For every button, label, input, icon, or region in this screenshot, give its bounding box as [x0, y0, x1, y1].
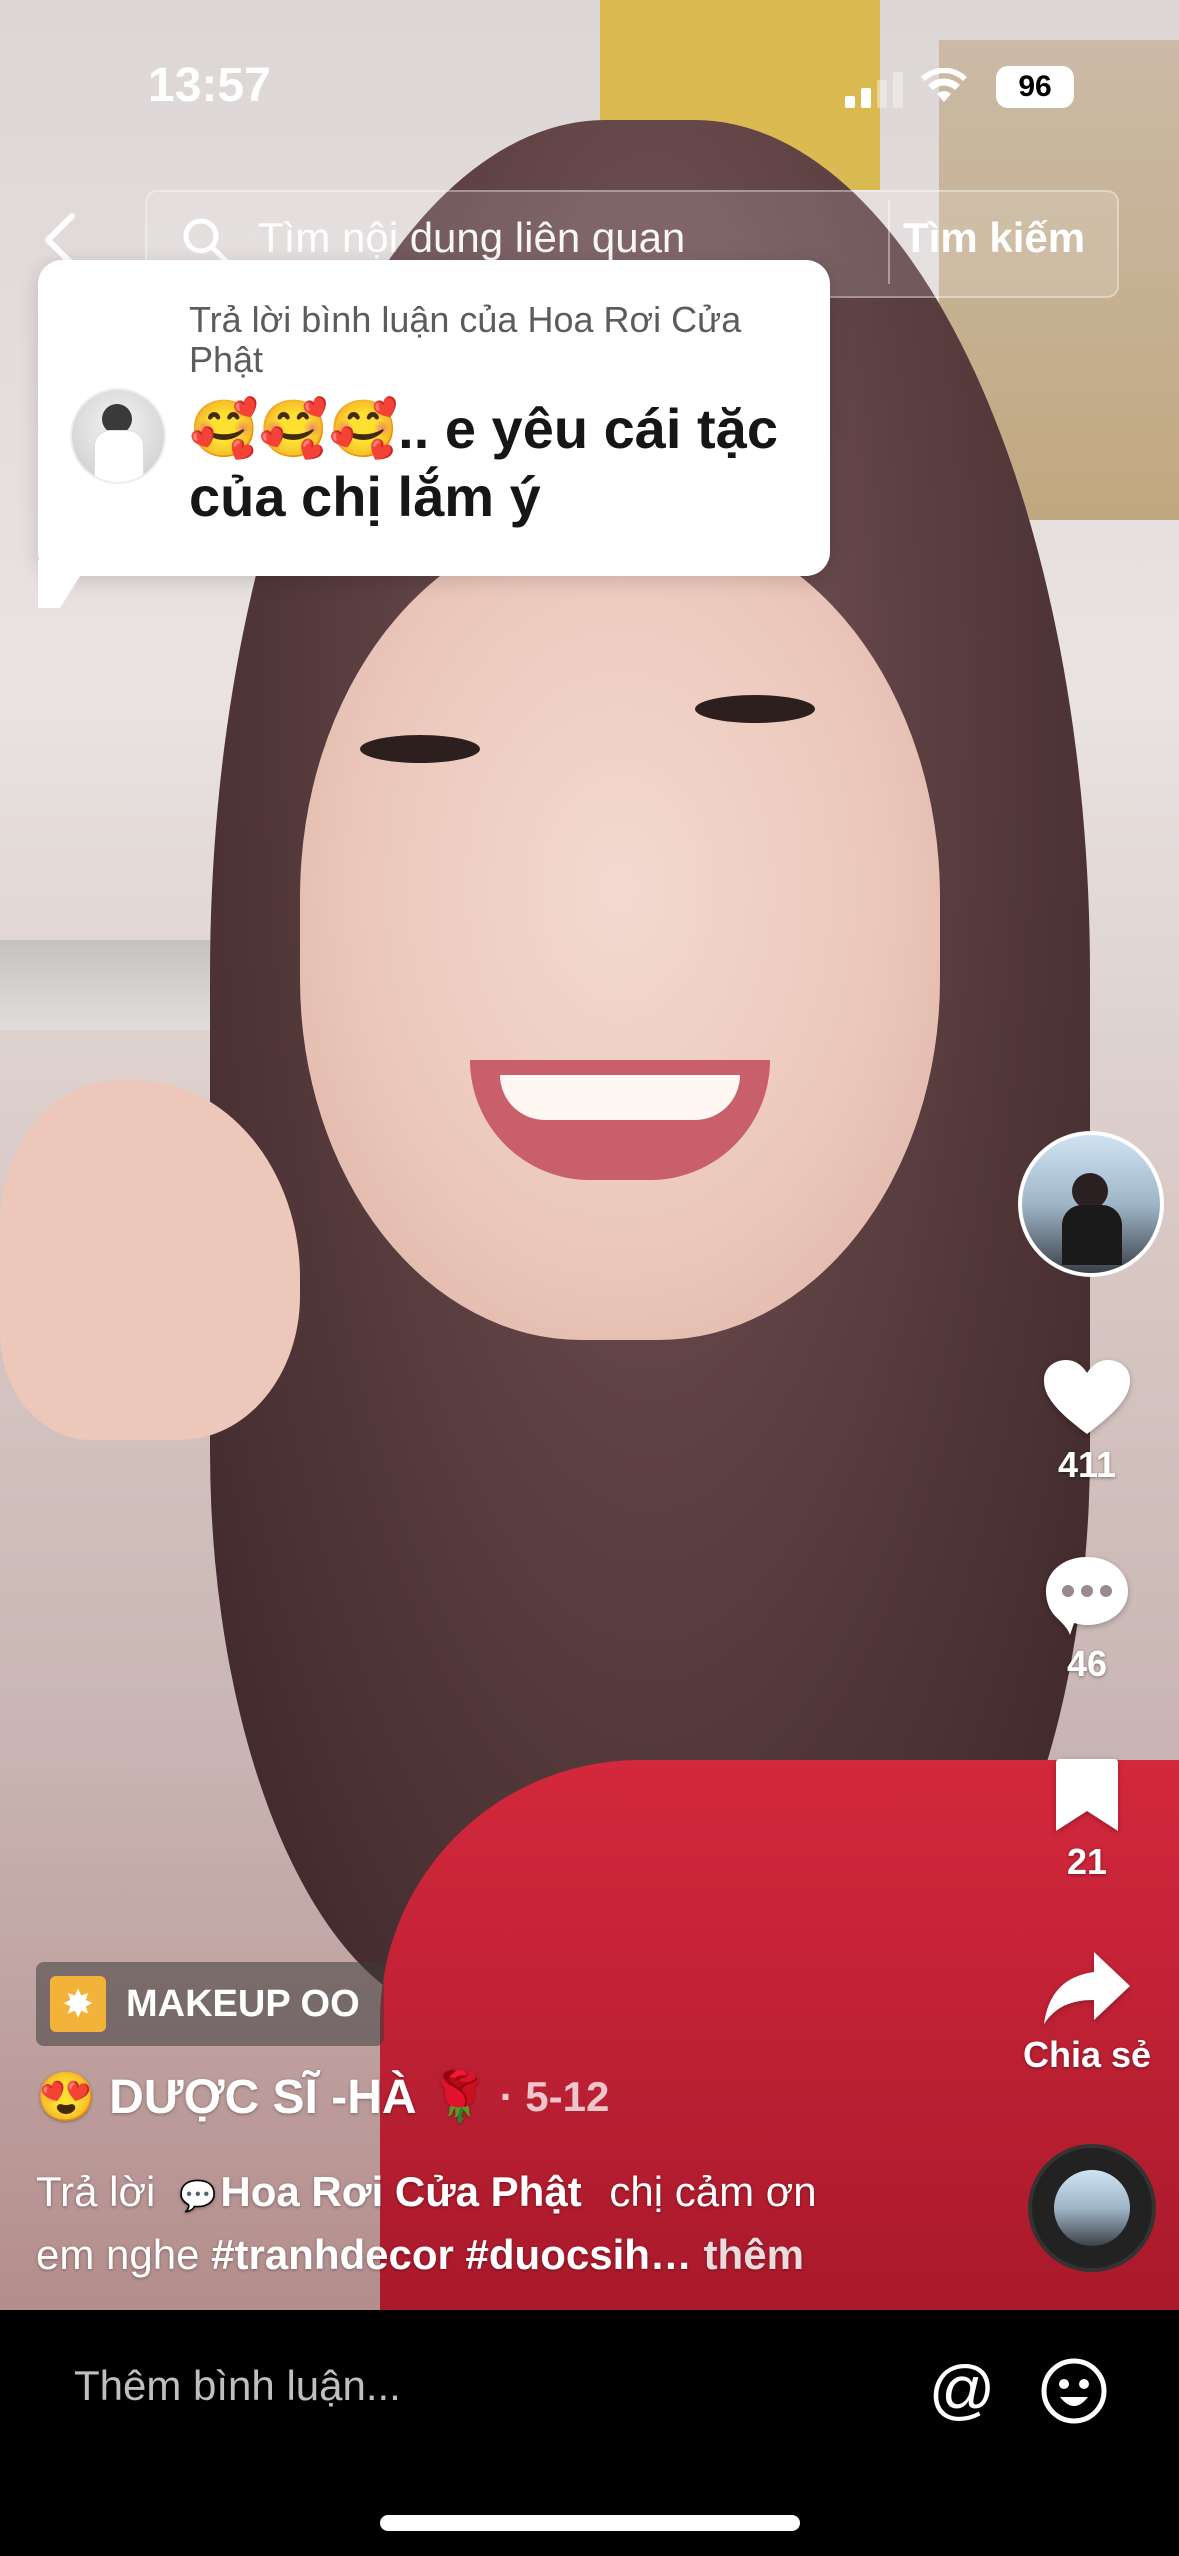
status-bar: 13:57 96: [0, 0, 1179, 160]
music-disc[interactable]: [1028, 2144, 1156, 2272]
comment-count: 46: [1066, 1643, 1108, 1684]
home-indicator: [380, 2515, 800, 2531]
caption-hashtags[interactable]: #tranhdecor #duocsih…: [211, 2231, 692, 2278]
search-button[interactable]: Tìm kiếm: [903, 214, 1085, 262]
sparkle-icon: ✸: [50, 1976, 106, 2032]
comment-dots-icon: [1046, 1557, 1128, 1635]
person-eye-left: [360, 735, 480, 763]
post-caption[interactable]: Trả lời 💬Hoa Rơi Cửa Phật chị cảm ơn em …: [36, 2163, 936, 2284]
comment-bubble-icon: 💬: [179, 2180, 217, 2213]
reply-comment-text: 🥰🥰🥰.. e yêu cái tặc của chị lắm ý: [189, 397, 778, 528]
like-count: 411: [1057, 1444, 1117, 1485]
reply-to-user[interactable]: Hoa Rơi Cửa Phật: [220, 2168, 581, 2215]
status-time: 13:57: [148, 59, 271, 112]
person-teeth: [500, 1075, 740, 1120]
comment-input[interactable]: Thêm bình luận...: [74, 2362, 401, 2410]
comment-button[interactable]: 46: [1007, 1553, 1167, 1685]
reply-prefix: Trả lời: [36, 2168, 156, 2215]
reply-header: Trả lời bình luận của Hoa Rơi Cửa Phật: [189, 299, 742, 380]
caption-text-1: chị cảm ơn: [609, 2168, 817, 2215]
search-input[interactable]: Tìm nội dung liên quan: [258, 214, 685, 262]
author-name[interactable]: 😍 DƯỢC SĨ -HÀ 🌹: [36, 2068, 490, 2125]
share-arrow-icon: [1044, 1952, 1130, 2024]
save-button[interactable]: 21: [1007, 1755, 1167, 1883]
battery-indicator: 96: [996, 66, 1074, 108]
share-button[interactable]: Chia sẻ: [1007, 1948, 1167, 2076]
reply-sticker-tail: [38, 560, 90, 608]
emoji-icon[interactable]: [1040, 2357, 1108, 2425]
wifi-icon: [921, 68, 967, 102]
creator-avatar[interactable]: [1018, 1131, 1164, 1277]
post-date: · 5-12: [499, 2072, 610, 2120]
cell-signal-icon: [845, 72, 903, 108]
effect-label: MAKEUP OO: [126, 1982, 360, 2025]
effect-tag[interactable]: ✸ MAKEUP OO: [36, 1962, 384, 2046]
caption-text-2: em nghe: [36, 2231, 200, 2278]
commenter-avatar: [70, 388, 166, 484]
like-button[interactable]: 411: [1007, 1358, 1167, 1486]
person-eye-right: [695, 695, 815, 723]
bookmark-icon: [1056, 1759, 1118, 1831]
search-divider: [888, 200, 890, 284]
person-face: [300, 520, 940, 1340]
heart-icon: [1044, 1360, 1130, 1434]
music-cover: [1054, 2170, 1130, 2246]
at-icon[interactable]: @: [928, 2356, 996, 2424]
search-icon: [183, 218, 229, 264]
author-line: 😍 DƯỢC SĨ -HÀ 🌹 · 5-12: [36, 2068, 609, 2125]
more-link[interactable]: thêm: [704, 2231, 804, 2278]
share-label: Chia sẻ: [1022, 2034, 1152, 2075]
save-count: 21: [1066, 1841, 1108, 1882]
